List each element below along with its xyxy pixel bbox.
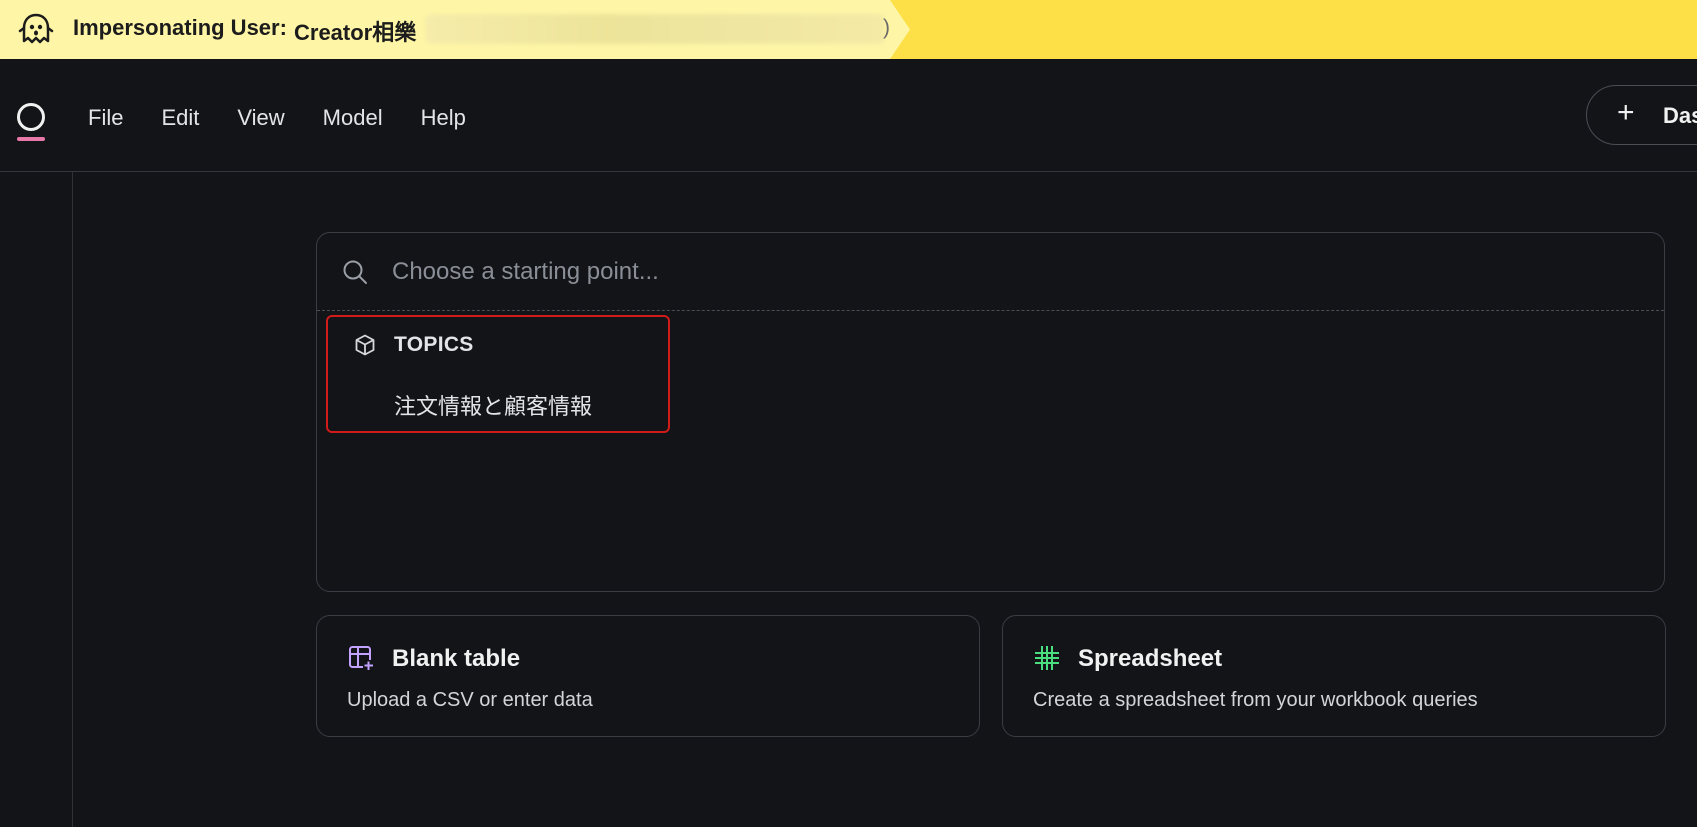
banner-trailing-text: ) <box>883 16 890 39</box>
menu-file[interactable]: File <box>88 105 123 131</box>
ghost-icon <box>18 13 54 44</box>
blank-table-description: Upload a CSV or enter data <box>347 689 593 711</box>
menu-model[interactable]: Model <box>323 105 383 131</box>
search-icon <box>343 260 367 284</box>
topics-section: TOPICS 注文情報と顧客情報 <box>326 315 670 433</box>
app-toolbar: File Edit View Model Help + Das <box>0 59 1697 172</box>
spreadsheet-description: Create a spreadsheet from your workbook … <box>1033 689 1478 711</box>
menu-edit[interactable]: Edit <box>161 105 199 131</box>
grid-hash-icon <box>1035 646 1059 670</box>
topics-heading: TOPICS <box>394 333 474 356</box>
app-logo[interactable] <box>17 103 45 131</box>
impersonation-banner: Impersonating User: Creator相樂 ) <box>0 0 1697 59</box>
blank-table-card[interactable]: Blank table Upload a CSV or enter data <box>316 615 980 737</box>
sidebar-divider <box>72 172 73 827</box>
table-plus-icon <box>349 646 374 671</box>
add-dashboard-button[interactable]: + Das <box>1586 85 1697 145</box>
spreadsheet-title: Spreadsheet <box>1078 645 1223 672</box>
impersonated-user-name: Creator相樂 <box>294 20 417 45</box>
topic-item[interactable]: 注文情報と顧客情報 <box>394 389 592 421</box>
cube-icon <box>355 334 375 356</box>
menu-bar: File Edit View Model Help <box>88 105 504 131</box>
plus-icon: + <box>1617 96 1635 129</box>
add-dashboard-label: Das <box>1663 103 1697 128</box>
redacted-user-details <box>425 14 885 44</box>
menu-view[interactable]: View <box>237 105 284 131</box>
menu-help[interactable]: Help <box>421 105 466 131</box>
starting-point-search-input[interactable] <box>392 251 1592 293</box>
search-row <box>317 233 1664 311</box>
starting-point-panel: TOPICS 注文情報と顧客情報 <box>316 232 1665 592</box>
blank-table-title: Blank table <box>392 645 521 672</box>
logo-underline <box>17 137 45 141</box>
spreadsheet-card[interactable]: Spreadsheet Create a spreadsheet from yo… <box>1002 615 1666 737</box>
banner-label: Impersonating User: <box>73 15 287 40</box>
